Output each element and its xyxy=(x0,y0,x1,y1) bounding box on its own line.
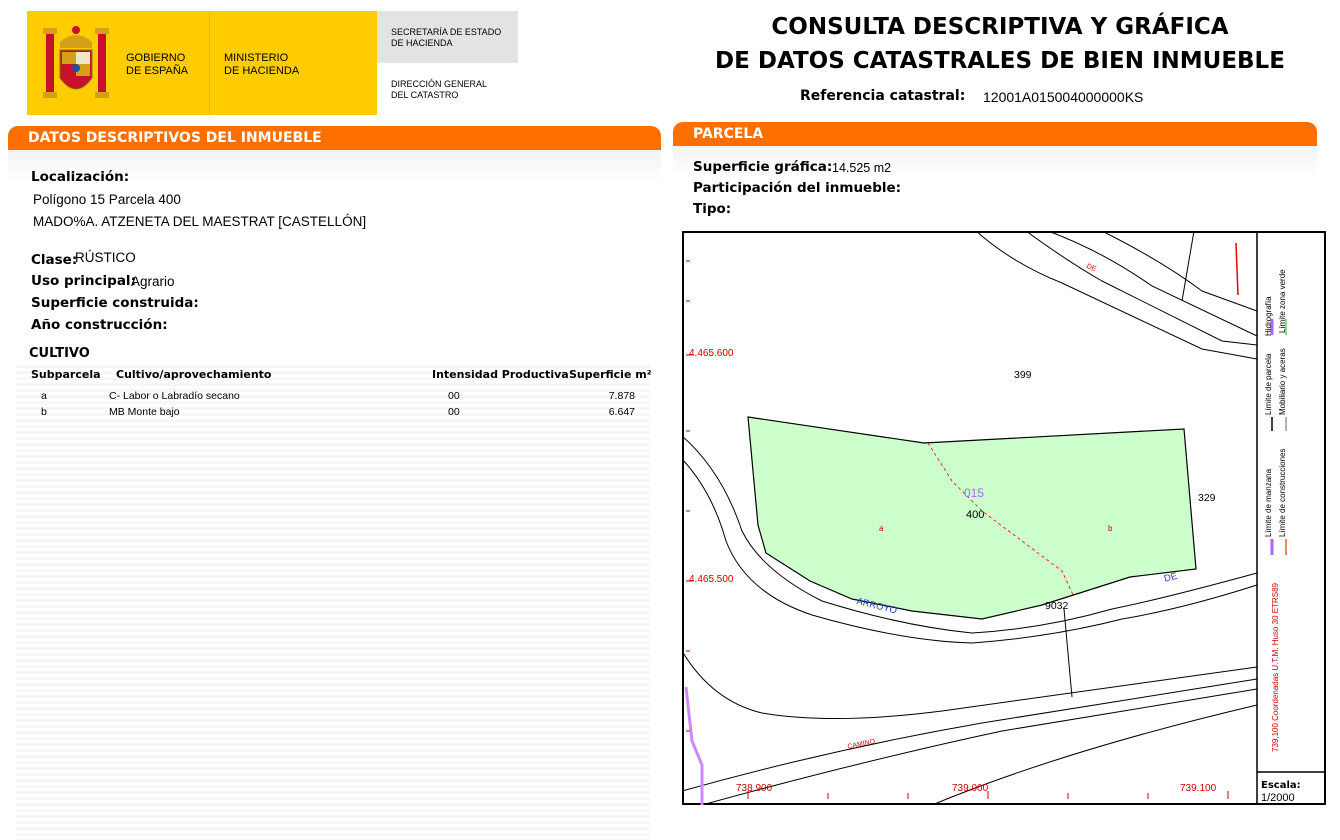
row-a-sub: a xyxy=(41,390,47,402)
poligono-015-label: 015 xyxy=(964,486,985,500)
row-b-cultivo: MB Monte bajo xyxy=(109,406,180,418)
superficie-construida-label: Superficie construida: xyxy=(31,295,199,311)
row-b-sub: b xyxy=(41,406,47,418)
localizacion-line1: Polígono 15 Parcela 400 xyxy=(33,192,181,207)
participacion-label: Participación del inmueble: xyxy=(693,180,902,196)
parcel-400-label: 400 xyxy=(966,509,985,521)
localizacion-label: Localización: xyxy=(31,169,130,185)
col-superficie: Superficie m² xyxy=(569,368,652,381)
road-upper-c xyxy=(1047,231,1258,337)
subparcel-b-label: b xyxy=(1108,524,1113,533)
parcel-399-label: 399 xyxy=(1014,369,1032,381)
row-a-superficie: 7.878 xyxy=(608,390,635,402)
page-title-line1: CONSULTA DESCRIPTIVA Y GRÁFICA xyxy=(771,14,1229,40)
legend-parcela: Límite de parcela xyxy=(1264,353,1273,415)
coord-x-2: 739.000 xyxy=(952,783,989,794)
uso-value: Agrario xyxy=(131,274,175,289)
uso-label: Uso principal: xyxy=(31,273,136,289)
legend-construcciones: Límite de construcciones xyxy=(1278,448,1287,538)
superficie-grafica-value: 14.525 m2 xyxy=(832,161,892,175)
cultivo-title: CULTIVO xyxy=(29,346,90,361)
cultivo-table xyxy=(16,365,650,840)
col-subparcela: Subparcela xyxy=(31,368,101,381)
logo-divider xyxy=(209,11,210,115)
road-lower-a xyxy=(682,650,1258,720)
page-title-line2: DE DATOS CATASTRALES DE BIEN INMUEBLE xyxy=(715,48,1285,74)
escala-label: Escala: xyxy=(1261,780,1301,791)
localizacion-line2: MADO%A. ATZENETA DEL MAESTRAT [CASTELLÓN… xyxy=(33,214,367,229)
row-b-superficie: 6.647 xyxy=(608,406,635,418)
ref-label: Referencia catastral: xyxy=(800,88,966,104)
road-upper-b xyxy=(1025,231,1258,346)
cadastral-map-drawing xyxy=(682,231,1326,805)
coat-of-arms-icon xyxy=(43,26,109,98)
coord-x-3: 739.100 xyxy=(1180,783,1217,794)
subparcel-a-label: a xyxy=(879,524,884,533)
red-mark xyxy=(1235,242,1239,296)
road-upper-a xyxy=(975,231,1258,360)
direccion-label: DIRECCIÓN GENERAL DEL CATASTRO xyxy=(391,79,488,100)
row-a-cultivo: C- Labor o Labradío secano xyxy=(109,390,240,402)
ref-value: 12001A015004000000KS xyxy=(983,89,1144,105)
legend-manzana: Límite de manzana xyxy=(1264,468,1273,537)
boundary-upper xyxy=(1181,231,1195,302)
col-cultivo: Cultivo/aprovechamiento xyxy=(116,368,272,381)
row-a-intensidad: 00 xyxy=(448,390,460,402)
clase-value: RÚSTICO xyxy=(75,250,136,265)
superficie-grafica-label: Superficie gráfica: xyxy=(693,159,833,175)
gobierno-label: GOBIERNO DE ESPAÑA xyxy=(126,52,189,77)
coord-y-top: 4.465.600 xyxy=(689,348,734,359)
coord-x-1: 738.900 xyxy=(736,783,773,794)
row-b-intensidad: 00 xyxy=(448,406,460,418)
clase-label: Clase: xyxy=(31,252,78,268)
tipo-label: Tipo: xyxy=(693,201,732,217)
secretaria-label: SECRETARÍA DE ESTADO DE HACIENDA xyxy=(391,27,502,48)
legend-hidrografia: Hidrografía xyxy=(1264,296,1273,336)
escala-value: 1/2000 xyxy=(1261,792,1295,804)
coord-y-bottom: 4.465.500 xyxy=(689,574,734,585)
boundary-9032 xyxy=(1063,608,1073,698)
col-intensidad: Intensidad Productiva xyxy=(432,368,569,381)
anio-construccion-label: Año construcción: xyxy=(31,317,168,333)
descriptivos-header: DATOS DESCRIPTIVOS DEL INMUEBLE xyxy=(8,126,661,150)
road-lower-b xyxy=(682,678,1258,792)
parcel-329-label: 329 xyxy=(1198,492,1216,504)
legend-coordinates: 739,100 Coordenadas U.T.M. Huso 30 ETRS8… xyxy=(1271,583,1280,752)
legend-mobiliario: Mobiliario y aceras xyxy=(1278,348,1287,415)
legend-zona-verde: Límite zona verde xyxy=(1278,269,1287,333)
parcel-9032-label: 9032 xyxy=(1045,600,1069,612)
parcela-header: PARCELA xyxy=(673,122,1317,146)
ministerio-label: MINISTERIO DE HACIENDA xyxy=(224,52,300,77)
